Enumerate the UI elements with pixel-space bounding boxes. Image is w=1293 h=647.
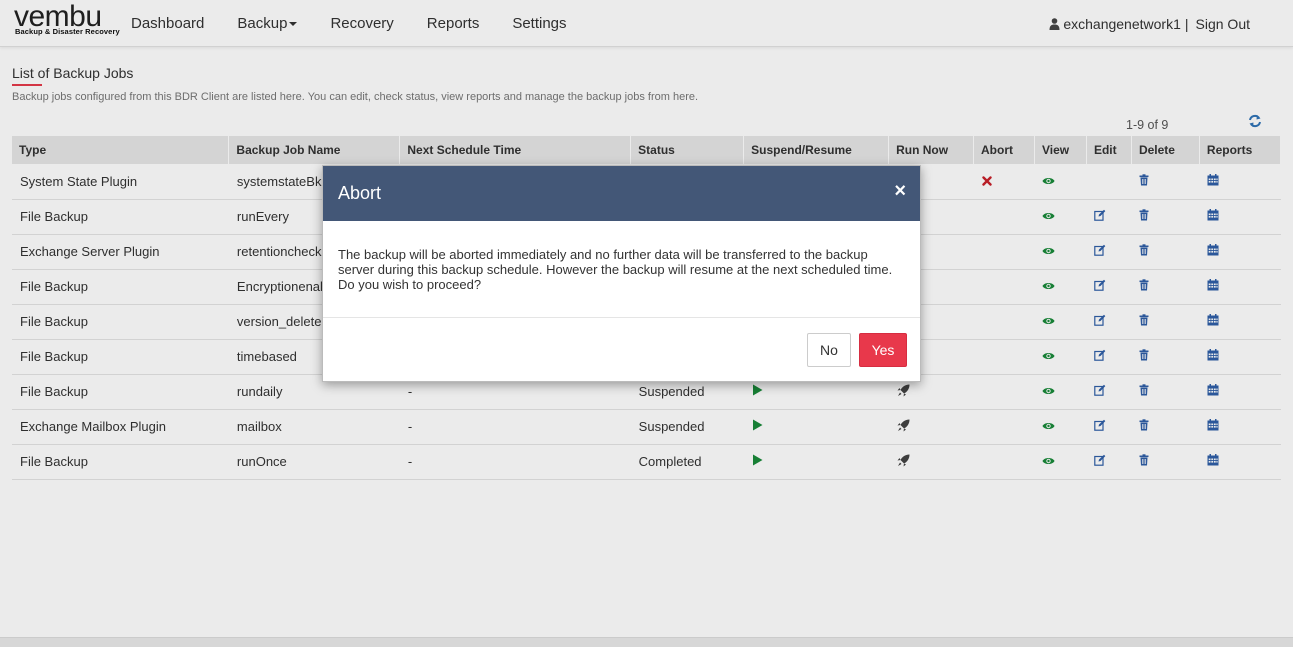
- dialog-title: Abort: [338, 183, 382, 203]
- dialog-footer: No Yes: [323, 318, 920, 382]
- no-button[interactable]: No: [807, 333, 851, 367]
- dialog-header: Abort ×: [323, 166, 920, 221]
- dialog-message: The backup will be aborted immediately a…: [323, 221, 920, 318]
- abort-dialog: Abort × The backup will be aborted immed…: [322, 165, 921, 382]
- yes-button[interactable]: Yes: [859, 333, 907, 367]
- close-icon[interactable]: ×: [894, 181, 906, 201]
